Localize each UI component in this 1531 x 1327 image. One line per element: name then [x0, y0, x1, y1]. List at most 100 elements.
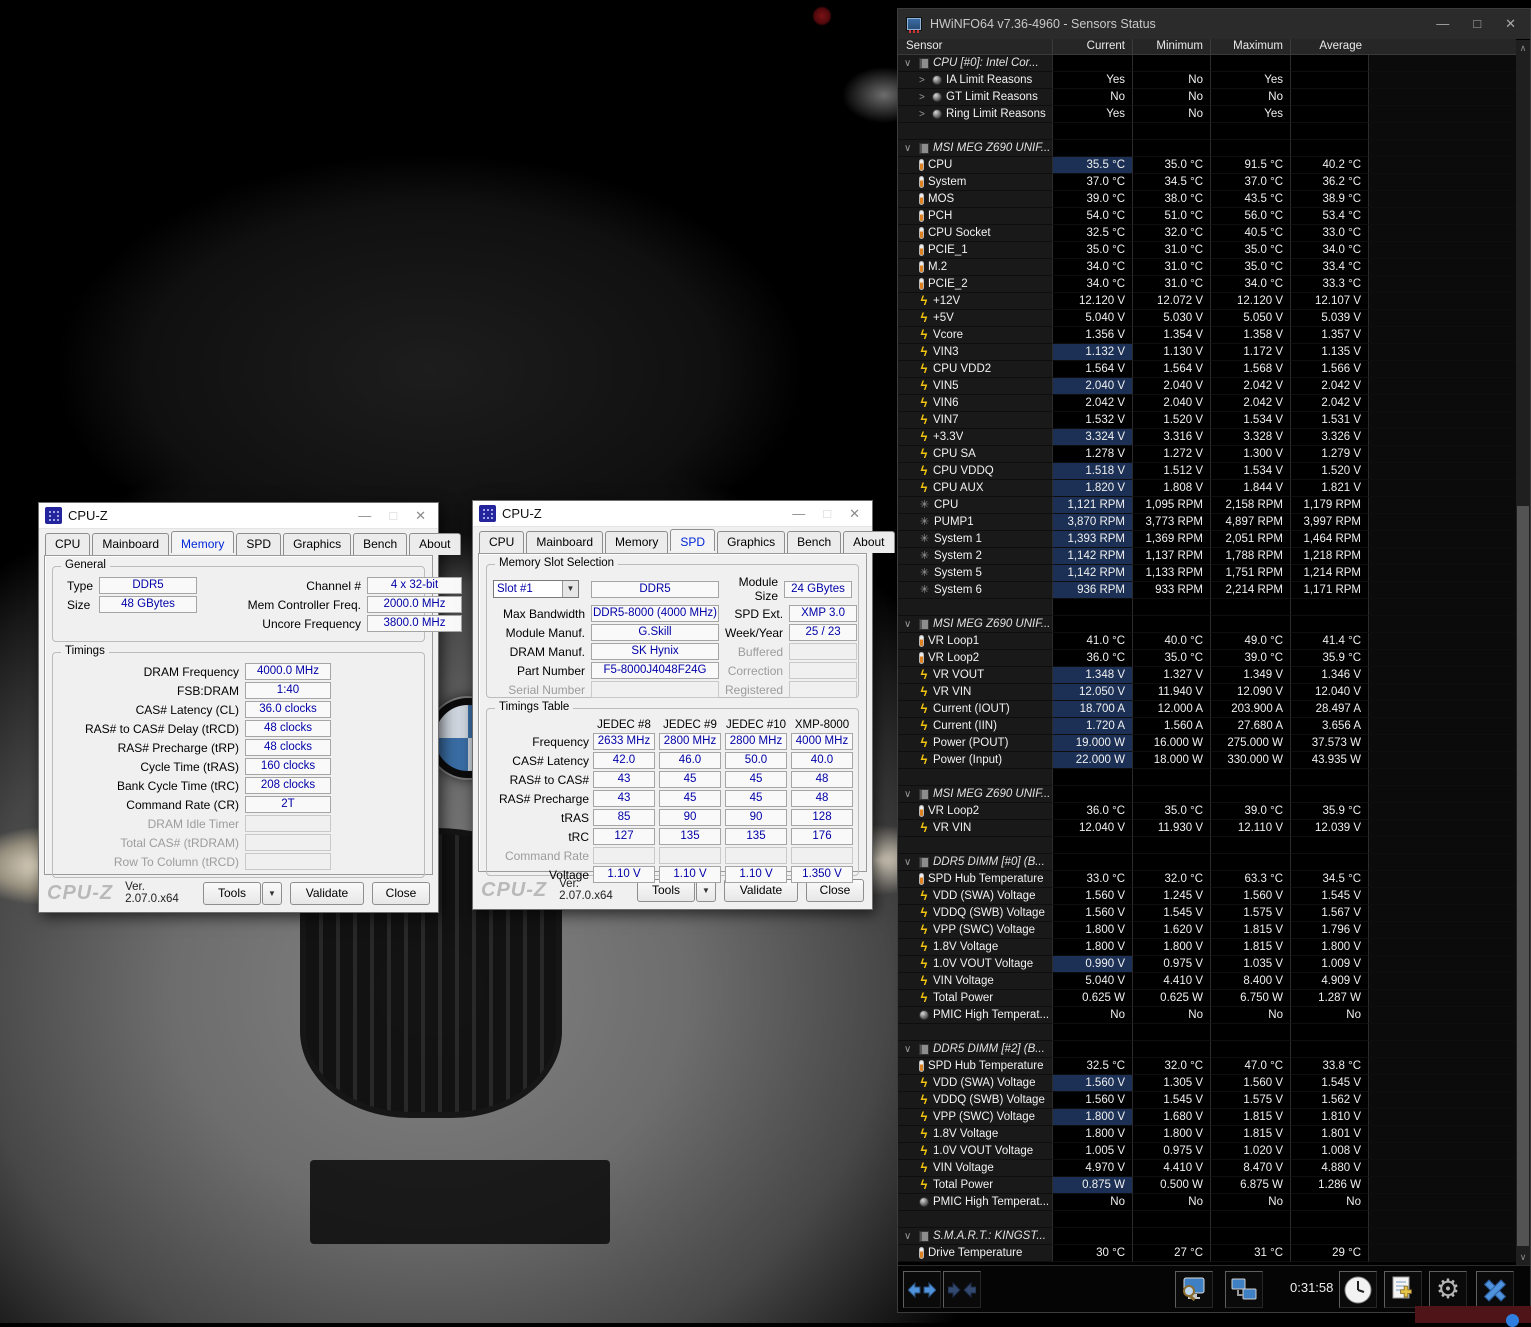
vertical-scrollbar[interactable]: ∧ ∨ [1516, 40, 1530, 1265]
sensor-row[interactable]: CPU35.5 °C35.0 °C91.5 °C40.2 °C [898, 157, 1516, 174]
sensor-row[interactable]: ϟ1.0V VOUT Voltage0.990 V0.975 V1.035 V1… [898, 956, 1516, 973]
expand-arrow-icon[interactable]: > [919, 72, 932, 89]
close-icon[interactable]: ✕ [849, 506, 860, 522]
tab-graphics[interactable]: Graphics [717, 531, 785, 553]
tab-spd[interactable]: SPD [236, 533, 281, 555]
sensor-row[interactable]: ✳CPU1,121 RPM1,095 RPM2,158 RPM1,179 RPM [898, 497, 1516, 514]
sensor-row[interactable]: PMIC High Temperat...NoNoNoNo [898, 1194, 1516, 1211]
column-header-row[interactable]: SensorCurrentMinimumMaximumAverage [898, 39, 1516, 55]
column-header[interactable]: Minimum [1133, 39, 1211, 54]
sensor-row[interactable]: ϟ+12V12.120 V12.072 V12.120 V12.107 V [898, 293, 1516, 310]
sensor-row[interactable]: ϟCPU VDDQ1.518 V1.512 V1.534 V1.520 V [898, 463, 1516, 480]
sensor-row[interactable]: SPD Hub Temperature32.5 °C32.0 °C47.0 °C… [898, 1058, 1516, 1075]
clock-button[interactable] [1339, 1271, 1377, 1308]
tab-mainboard[interactable]: Mainboard [92, 533, 169, 555]
collapse-arrow-icon[interactable]: ∨ [904, 140, 919, 157]
collapse-arrow-icon[interactable]: ∨ [904, 55, 919, 72]
sensor-row[interactable]: ϟVDDQ (SWB) Voltage1.560 V1.545 V1.575 V… [898, 905, 1516, 922]
sensor-row[interactable]: M.234.0 °C31.0 °C35.0 °C33.4 °C [898, 259, 1516, 276]
scroll-up-icon[interactable]: ∧ [1516, 40, 1530, 56]
sensor-row[interactable]: ϟVIN31.132 V1.130 V1.172 V1.135 V [898, 344, 1516, 361]
sensor-row[interactable]: ϟTotal Power0.875 W0.500 W6.875 W1.286 W [898, 1177, 1516, 1194]
titlebar[interactable]: CPU-Z — □ ✕ [473, 501, 872, 527]
sensor-group-row[interactable]: ∨MSI MEG Z690 UNIF... [898, 786, 1516, 803]
sensor-row[interactable]: VR Loop141.0 °C40.0 °C49.0 °C41.4 °C [898, 633, 1516, 650]
collapse-arrow-icon[interactable]: ∨ [904, 786, 919, 803]
scroll-down-icon[interactable]: ∨ [1516, 1249, 1530, 1265]
sensor-row[interactable]: ϟCPU AUX1.820 V1.808 V1.844 V1.821 V [898, 480, 1516, 497]
sensor-row[interactable]: ϟPower (POUT)19.000 W16.000 W275.000 W37… [898, 735, 1516, 752]
tab-spd[interactable]: SPD [670, 529, 715, 551]
maximize-icon[interactable]: □ [1473, 16, 1481, 32]
sensor-row[interactable]: ϟVDD (SWA) Voltage1.560 V1.245 V1.560 V1… [898, 888, 1516, 905]
sensor-row[interactable]: ϟVR VIN12.050 V11.940 V12.090 V12.040 V [898, 684, 1516, 701]
sensor-group-row[interactable]: ∨MSI MEG Z690 UNIF... [898, 616, 1516, 633]
titlebar[interactable]: CPU-Z — □ ✕ [39, 503, 438, 529]
sensor-row[interactable]: >Ring Limit ReasonsYesNoYes [898, 106, 1516, 123]
sensor-row[interactable]: ϟVPP (SWC) Voltage1.800 V1.620 V1.815 V1… [898, 922, 1516, 939]
sensor-row[interactable]: ϟVIN52.040 V2.040 V2.042 V2.042 V [898, 378, 1516, 395]
column-header[interactable]: Average [1291, 39, 1369, 54]
sensor-row[interactable]: ✳System 21,142 RPM1,137 RPM1,788 RPM1,21… [898, 548, 1516, 565]
sensor-row[interactable]: Drive Temperature30 °C27 °C31 °C29 °C [898, 1245, 1516, 1262]
sensor-row[interactable]: ϟVcore1.356 V1.354 V1.358 V1.357 V [898, 327, 1516, 344]
sensor-group-row[interactable]: ∨S.M.A.R.T.: KINGST... [898, 1228, 1516, 1245]
sensor-row[interactable]: ϟ+5V5.040 V5.030 V5.050 V5.039 V [898, 310, 1516, 327]
expand-arrow-icon[interactable]: > [919, 89, 932, 106]
sensor-row[interactable]: ϟVDD (SWA) Voltage1.560 V1.305 V1.560 V1… [898, 1075, 1516, 1092]
sensor-row[interactable]: PCH54.0 °C51.0 °C56.0 °C53.4 °C [898, 208, 1516, 225]
collapse-columns-button[interactable] [943, 1271, 981, 1308]
sensor-row[interactable]: ϟPower (Input)22.000 W18.000 W330.000 W4… [898, 752, 1516, 769]
expand-arrow-icon[interactable]: > [919, 106, 932, 123]
tools-dropdown-icon[interactable]: ▼ [262, 882, 282, 905]
sensor-row[interactable]: ✳PUMP13,870 RPM3,773 RPM4,897 RPM3,997 R… [898, 514, 1516, 531]
sensor-row[interactable]: ϟCurrent (IOUT)18.700 A12.000 A203.900 A… [898, 701, 1516, 718]
collapse-arrow-icon[interactable]: ∨ [904, 1228, 919, 1245]
sensor-row[interactable]: ✳System 11,393 RPM1,369 RPM2,051 RPM1,46… [898, 531, 1516, 548]
report-button[interactable] [1384, 1271, 1422, 1308]
network-button[interactable] [1225, 1271, 1263, 1308]
sensor-row[interactable]: ϟ1.8V Voltage1.800 V1.800 V1.815 V1.801 … [898, 1126, 1516, 1143]
sensor-row[interactable]: ϟCurrent (IIN)1.720 A1.560 A27.680 A3.65… [898, 718, 1516, 735]
scrollbar-thumb[interactable] [1517, 506, 1529, 1246]
collapse-arrow-icon[interactable]: ∨ [904, 1041, 919, 1058]
sensor-row[interactable]: ϟ+3.3V3.324 V3.316 V3.328 V3.326 V [898, 429, 1516, 446]
minimize-icon[interactable]: — [358, 508, 371, 524]
sensor-row[interactable]: ϟVIN Voltage4.970 V4.410 V8.470 V4.880 V [898, 1160, 1516, 1177]
sensor-row[interactable]: ϟCPU SA1.278 V1.272 V1.300 V1.279 V [898, 446, 1516, 463]
tools-button[interactable]: Tools [203, 882, 261, 905]
sensor-row[interactable]: System37.0 °C34.5 °C37.0 °C36.2 °C [898, 174, 1516, 191]
sensor-group-row[interactable]: ∨DDR5 DIMM [#2] (B... [898, 1041, 1516, 1058]
sensor-row[interactable]: PMIC High Temperat...NoNoNoNo [898, 1007, 1516, 1024]
tab-about[interactable]: About [409, 533, 460, 555]
tab-bench[interactable]: Bench [353, 533, 407, 555]
sensor-row[interactable]: VR Loop236.0 °C35.0 °C39.0 °C35.9 °C [898, 650, 1516, 667]
sensor-row[interactable]: ✳System 6936 RPM933 RPM2,214 RPM1,171 RP… [898, 582, 1516, 599]
sensor-row[interactable]: ϟVDDQ (SWB) Voltage1.560 V1.545 V1.575 V… [898, 1092, 1516, 1109]
close-icon[interactable]: ✕ [415, 508, 426, 524]
settings-button[interactable]: ⚙ [1429, 1271, 1467, 1308]
minimize-icon[interactable]: — [1436, 16, 1449, 32]
tab-cpu[interactable]: CPU [479, 531, 524, 553]
tab-mainboard[interactable]: Mainboard [526, 531, 603, 553]
sensor-group-row[interactable]: ∨MSI MEG Z690 UNIF... [898, 140, 1516, 157]
sensor-row[interactable]: ϟ1.8V Voltage1.800 V1.800 V1.815 V1.800 … [898, 939, 1516, 956]
sensor-row[interactable]: >IA Limit ReasonsYesNoYes [898, 72, 1516, 89]
sensor-row[interactable]: ϟVIN Voltage5.040 V4.410 V8.400 V4.909 V [898, 973, 1516, 990]
sensor-row[interactable]: ϟTotal Power0.625 W0.625 W6.750 W1.287 W [898, 990, 1516, 1007]
sensor-group-row[interactable]: ∨DDR5 DIMM [#0] (B... [898, 854, 1516, 871]
sensor-row[interactable]: MOS39.0 °C38.0 °C43.5 °C38.9 °C [898, 191, 1516, 208]
close-icon[interactable]: ✕ [1505, 16, 1516, 32]
column-header[interactable]: Sensor [898, 39, 1053, 54]
column-header[interactable]: Current [1053, 39, 1133, 54]
remote-monitoring-button[interactable] [1175, 1271, 1213, 1308]
collapse-arrow-icon[interactable]: ∨ [904, 616, 919, 633]
sensor-row[interactable]: ϟVPP (SWC) Voltage1.800 V1.680 V1.815 V1… [898, 1109, 1516, 1126]
sensor-row[interactable]: PCIE_234.0 °C31.0 °C34.0 °C33.3 °C [898, 276, 1516, 293]
tab-bench[interactable]: Bench [787, 531, 841, 553]
close-sensors-button[interactable] [1476, 1271, 1514, 1308]
tab-about[interactable]: About [843, 531, 894, 553]
close-button[interactable]: Close [372, 882, 430, 905]
sensor-group-row[interactable]: ∨CPU [#0]: Intel Cor... [898, 55, 1516, 72]
sensor-row[interactable]: CPU Socket32.5 °C32.0 °C40.5 °C33.0 °C [898, 225, 1516, 242]
